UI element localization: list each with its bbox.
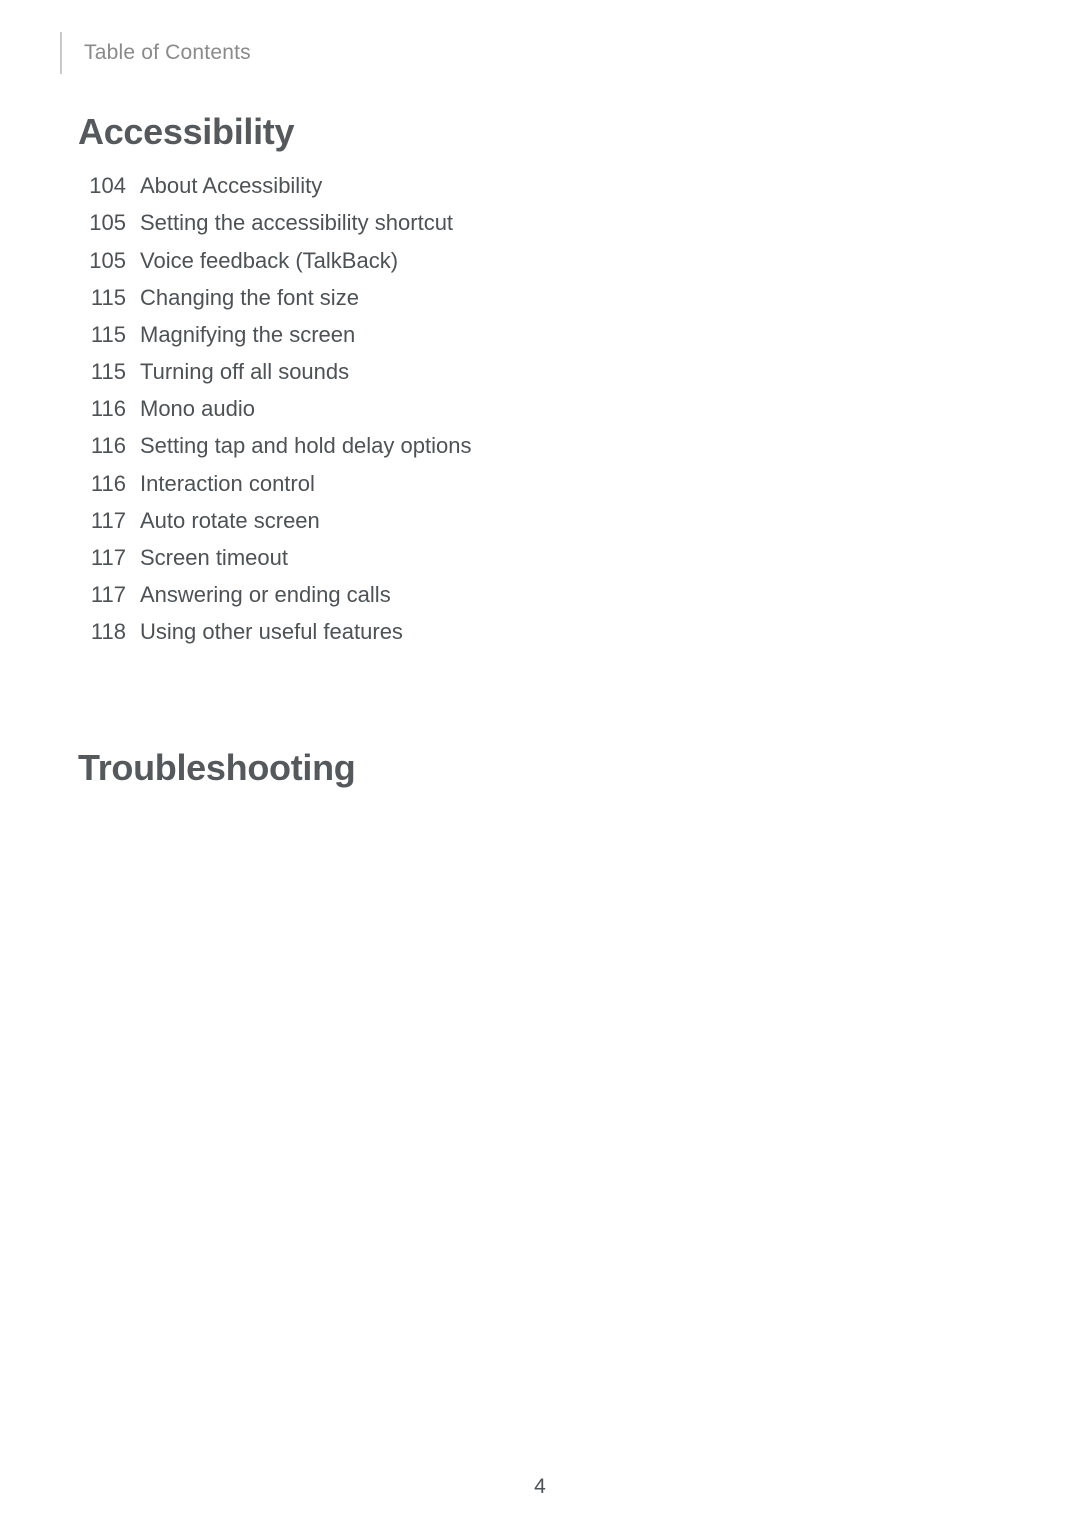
toc-page-number: 117 [90,582,126,608]
list-item[interactable]: 117 Answering or ending calls [78,576,958,613]
list-item[interactable]: 117 Screen timeout [78,539,958,576]
toc-entry-label: Interaction control [140,470,315,496]
toc-entry-label: Changing the font size [140,284,359,310]
list-item[interactable]: 117 Auto rotate screen [78,502,958,539]
page-header: Table of Contents [60,32,251,74]
list-item[interactable]: 116 Mono audio [78,390,958,427]
toc-entry-label: Turning off all sounds [140,359,350,385]
section-troubleshooting: Troubleshooting [78,746,958,789]
list-item[interactable]: 115 Turning off all sounds [78,353,958,390]
list-item[interactable]: 116 Interaction control [78,465,958,502]
toc-page-number: 116 [90,396,126,422]
toc-page-number: 105 [89,247,126,273]
toc-entry-label: Auto rotate screen [140,507,320,533]
list-item[interactable]: 105 Voice feedback (TalkBack) [78,242,958,279]
section-heading: Accessibility [78,111,295,152]
toc-page-number: 117 [90,507,126,533]
list-item[interactable]: 115 Changing the font size [78,279,958,316]
page-title: Table of Contents [84,41,251,64]
toc-page-number: 115 [90,321,126,347]
list-item[interactable]: 116 Setting tap and hold delay options [78,427,958,464]
footer-page-number: 4 [534,1475,546,1498]
toc-entry-label: Mono audio [140,396,255,422]
toc-entry-label: Magnifying the screen [140,321,356,347]
toc-page-number: 116 [90,470,126,496]
toc-page-number: 115 [90,284,126,310]
toc-entry-label: Using other useful features [140,619,403,645]
toc-page-number: 105 [89,210,126,236]
section-heading: Troubleshooting [78,747,356,789]
list-item[interactable]: 104 About Accessibility [78,167,958,204]
toc-entry-label: About Accessibility [140,173,323,199]
toc-page-number: 116 [90,433,126,459]
list-item[interactable]: 115 Magnifying the screen [78,316,958,353]
document-page: Table of Contents Accessibility 104 Abou… [0,0,1080,1527]
toc-entry-label: Screen timeout [140,544,288,570]
toc-page-number: 118 [90,619,126,645]
toc-entry-label: Setting tap and hold delay options [140,433,472,459]
toc-list-accessibility: 104 About Accessibility 105 Setting the … [78,167,958,650]
toc-page-number: 117 [90,544,126,570]
header-divider [60,32,62,74]
section-accessibility: Accessibility 104 About Accessibility 10… [78,110,958,650]
toc-page-number: 115 [90,359,126,385]
toc-content: Accessibility 104 About Accessibility 10… [78,110,958,804]
toc-entry-label: Voice feedback (TalkBack) [140,247,399,273]
toc-entry-label: Answering or ending calls [140,582,391,608]
list-item[interactable]: 105 Setting the accessibility shortcut [78,204,958,241]
toc-page-number: 104 [89,173,126,199]
list-item[interactable]: 118 Using other useful features [78,613,958,650]
toc-entry-label: Setting the accessibility shortcut [140,210,454,236]
